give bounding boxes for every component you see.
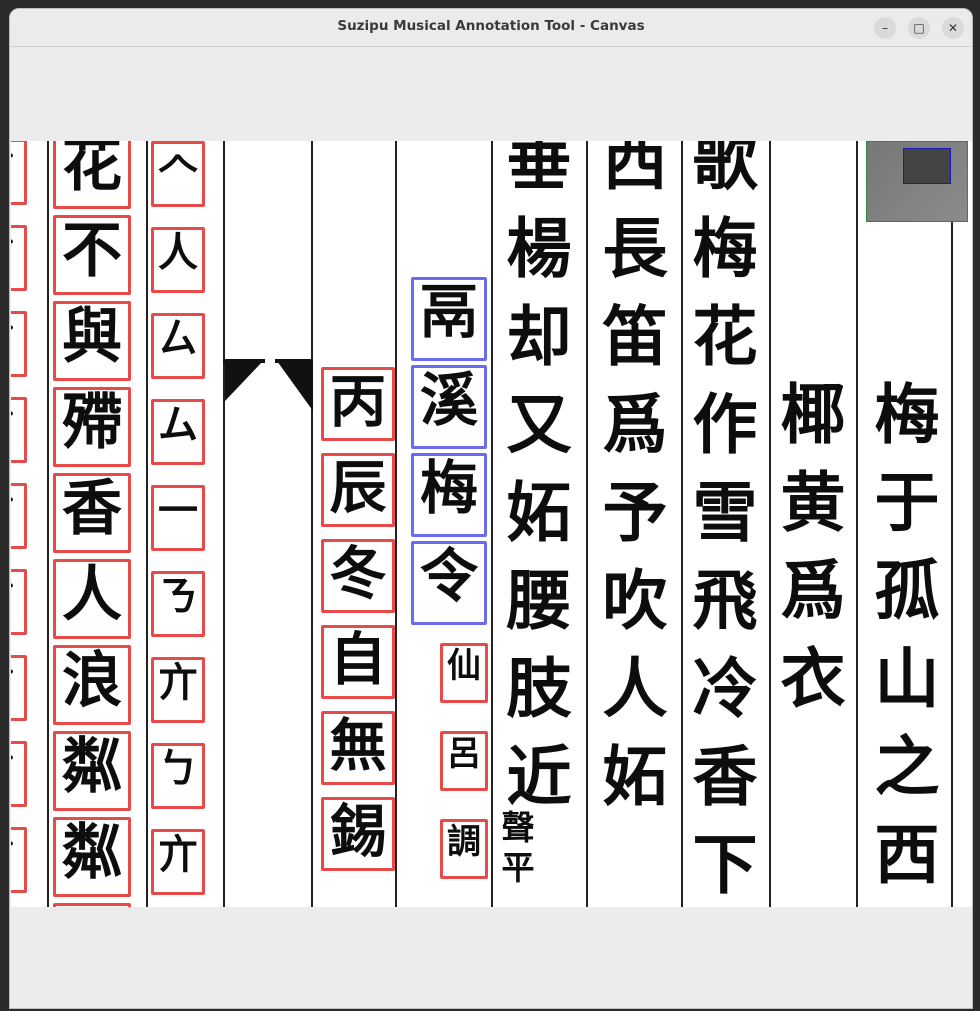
character-annotation-box[interactable]	[321, 367, 395, 441]
col-right3-char: 花	[692, 299, 758, 375]
maximize-button[interactable]: □	[908, 17, 930, 39]
minimize-button[interactable]: –	[874, 17, 896, 39]
col-right1-char: 梅	[874, 377, 940, 453]
col-right3-char: 飛	[692, 563, 758, 639]
column-rule	[491, 141, 493, 907]
col-right4-char: 吹	[602, 563, 668, 639]
character-annotation-box[interactable]	[53, 731, 131, 811]
title-bar[interactable]: Suzipu Musical Annotation Tool - Canvas …	[10, 9, 972, 47]
character-annotation-box[interactable]	[321, 625, 395, 699]
col-right5-char: 楊	[506, 211, 572, 287]
col-right1-char: 于	[874, 465, 940, 541]
column-rule	[146, 141, 148, 907]
character-annotation-box[interactable]	[11, 225, 27, 291]
character-annotation-box[interactable]	[321, 711, 395, 785]
character-annotation-box[interactable]	[440, 819, 488, 879]
col-right5-char: 妬	[506, 475, 572, 551]
col-right5-char: 垂	[506, 141, 572, 199]
character-annotation-box[interactable]	[151, 313, 205, 379]
col-right3-char: 冷	[692, 651, 758, 727]
character-annotation-box[interactable]	[151, 829, 205, 895]
col-right5-char: 腰	[506, 563, 572, 639]
col-right1-char: 山	[874, 641, 940, 717]
col-right3-char: 歌	[692, 141, 758, 199]
col-right4-char: 人	[602, 651, 668, 727]
col-right4-char: 西	[602, 141, 668, 199]
column-rule	[395, 141, 397, 907]
col-right5-char: 又	[506, 387, 572, 463]
character-annotation-box[interactable]	[11, 827, 27, 893]
col-right4-char: 爲	[602, 387, 668, 463]
column-rule	[586, 141, 588, 907]
col-right5-char: 肢	[506, 651, 572, 727]
character-annotation-box[interactable]	[53, 645, 131, 725]
app-window: Suzipu Musical Annotation Tool - Canvas …	[9, 8, 973, 1009]
character-annotation-box[interactable]	[151, 227, 205, 293]
character-annotation-box[interactable]	[11, 741, 27, 807]
character-annotation-box[interactable]	[321, 539, 395, 613]
character-annotation-box[interactable]	[11, 483, 27, 549]
title-annotation-box[interactable]	[411, 365, 487, 449]
col-right3-char: 下	[692, 827, 758, 903]
character-annotation-box[interactable]	[53, 141, 131, 209]
column-rule	[951, 141, 953, 907]
character-annotation-box[interactable]	[440, 731, 488, 791]
character-annotation-box[interactable]	[53, 301, 131, 381]
column-rule	[223, 141, 225, 907]
character-annotation-box[interactable]	[53, 387, 131, 467]
character-annotation-box[interactable]	[11, 141, 27, 205]
character-annotation-box[interactable]	[11, 655, 27, 721]
col-right2-char: 椰	[780, 377, 846, 453]
character-annotation-box[interactable]	[53, 817, 131, 897]
minimap-viewport[interactable]	[903, 148, 951, 184]
minimap-navigator[interactable]	[866, 141, 968, 222]
character-annotation-box[interactable]	[11, 311, 27, 377]
character-annotation-box[interactable]	[440, 643, 488, 703]
col-right3-char: 雪	[692, 475, 758, 551]
col-right2-char: 黄	[780, 465, 846, 541]
col-right4-char: 笛	[602, 299, 668, 375]
title-annotation-box[interactable]	[411, 453, 487, 537]
character-annotation-box[interactable]	[53, 473, 131, 553]
annotation-canvas[interactable]: 梅于孤山之西椰黄爲衣歌梅花作雪飛冷香下西長笛爲予吹人妬垂楊却又妬腰肢近聲平鬲溪梅…	[11, 141, 972, 907]
character-annotation-box[interactable]	[151, 571, 205, 637]
character-annotation-box[interactable]	[321, 797, 395, 871]
character-annotation-box[interactable]	[151, 743, 205, 809]
col-right1-char: 孤	[874, 553, 940, 629]
column-rule	[856, 141, 858, 907]
col-right4-char: 予	[602, 475, 668, 551]
voice-label-char: 平	[501, 848, 535, 887]
wedge-mark-shapes	[223, 359, 313, 411]
close-button[interactable]: ✕	[942, 17, 964, 39]
col-right5-char: 却	[506, 299, 572, 375]
col-right3-char: 香	[692, 739, 758, 815]
title-annotation-box[interactable]	[411, 277, 487, 361]
character-annotation-box[interactable]	[53, 215, 131, 295]
character-annotation-box[interactable]	[151, 399, 205, 465]
voice-label-char: 聲	[501, 808, 535, 847]
column-rule	[681, 141, 683, 907]
character-annotation-box[interactable]	[11, 397, 27, 463]
col-right4-char: 妬	[602, 739, 668, 815]
col-right3-char: 作	[692, 387, 758, 463]
character-annotation-box[interactable]	[53, 559, 131, 639]
character-annotation-box[interactable]	[321, 453, 395, 527]
title-annotation-box[interactable]	[411, 541, 487, 625]
col-right4-char: 長	[602, 211, 668, 287]
col-right2-char: 爲	[780, 553, 846, 629]
character-annotation-box[interactable]	[151, 485, 205, 551]
character-annotation-box[interactable]	[151, 657, 205, 723]
column-rule	[311, 141, 313, 907]
character-annotation-box[interactable]	[11, 569, 27, 635]
col-right2-char: 衣	[780, 641, 846, 717]
column-rule	[769, 141, 771, 907]
character-annotation-box[interactable]	[151, 141, 205, 207]
character-annotation-box[interactable]	[53, 903, 131, 907]
window-title: Suzipu Musical Annotation Tool - Canvas	[337, 18, 645, 34]
col-right1-char: 之	[874, 729, 940, 805]
col-right3-char: 梅	[692, 211, 758, 287]
col-right5-char: 近	[506, 739, 572, 815]
column-rule	[47, 141, 49, 907]
col-right1-char: 西	[874, 817, 940, 893]
